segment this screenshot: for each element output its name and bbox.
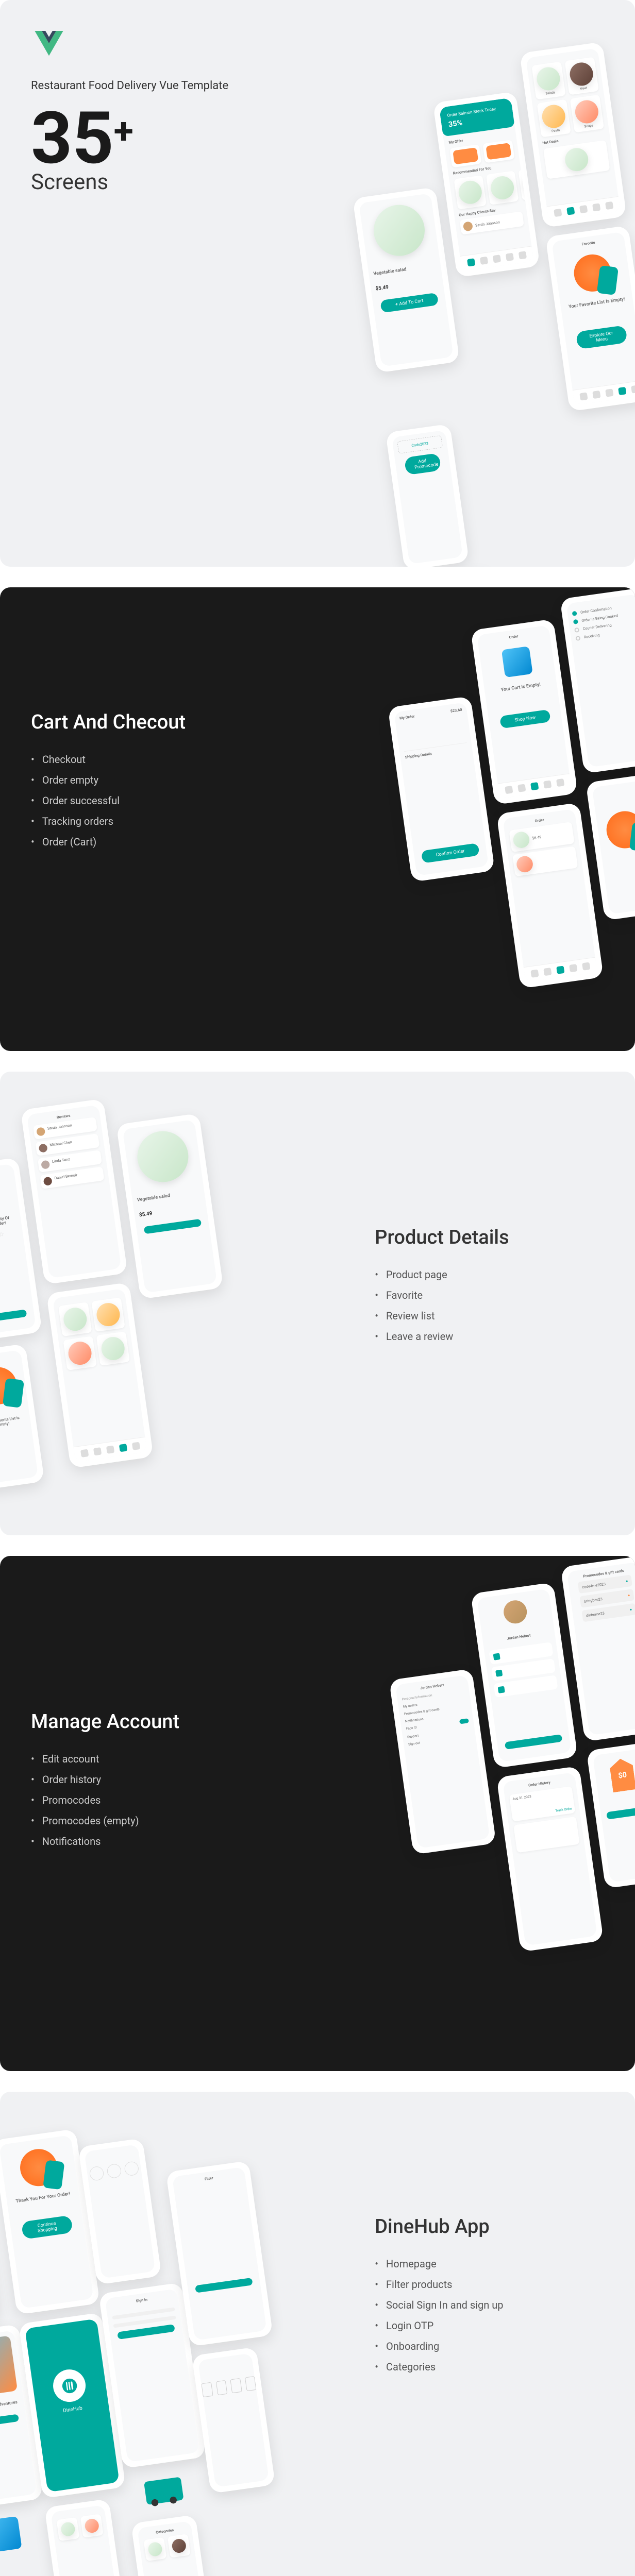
mockup-phone: Categories [131, 2515, 214, 2576]
mockup-phone: Jordan Hebert Personal Information My or… [389, 1669, 496, 1855]
app-features: Homepage Filter products Social Sign In … [375, 2253, 604, 2377]
mockup-phone: Order Salmon Steak Today 35% My Offer Re… [433, 91, 540, 277]
mockup-phone: Vegetable salad $5.49 [116, 1113, 223, 1299]
cart-features: Checkout Order empty Order successful Tr… [31, 749, 231, 852]
hero-plus: + [114, 110, 133, 152]
account-features: Edit account Order history Promocodes Pr… [31, 1749, 231, 1852]
mockup-phone [46, 1282, 154, 1468]
dinehub-logo-icon [60, 2377, 79, 2395]
mockup-phone: Salads Meat Pasta Soups Hot Deals [520, 42, 627, 228]
account-title: Manage Account [31, 1710, 231, 1733]
mockup-phone [192, 2347, 275, 2494]
mockup-phone: Favorite Your Favorite List Is Empty! Ex… [545, 226, 635, 412]
mockup-phone: Order Your Cart Is Empty! Shop Now [471, 619, 578, 805]
mockup-phone: Order History Aug 31, 2023 Track Order [496, 1766, 604, 1952]
mockup-phone [44, 2499, 128, 2576]
vue-logo-icon [31, 31, 67, 62]
product-title: Product Details [375, 1226, 604, 1249]
app-title: DineHub App [375, 2215, 604, 2238]
mockup-phone: Jordan Hebert Chicago, US [471, 1582, 578, 1768]
product-features: Product page Favorite Review list Leave … [375, 1264, 604, 1347]
mockup-phone: Order $6.49 [496, 803, 604, 989]
mockup-phone: Code2023 Add Promocode [386, 423, 469, 567]
mockup-phone: Reviews Sarah Johnson Michael Chen Linda… [21, 1098, 128, 1284]
mockup-phone: Your Favorite List Is Empty! [0, 1344, 44, 1490]
hero-number: 35 [31, 103, 114, 175]
mockup-phone: My Order $23.60 Shipping Details Confirm… [388, 696, 495, 882]
mockup-phone [586, 774, 635, 921]
mockup-phone: $0 [587, 1742, 635, 1889]
mockup-phone: Vegetable salad $5.49 + Add To Cart [353, 187, 460, 373]
hero-subtitle: Restaurant Food Delivery Vue Template [31, 79, 231, 92]
cart-title: Cart And Checout [31, 711, 231, 734]
